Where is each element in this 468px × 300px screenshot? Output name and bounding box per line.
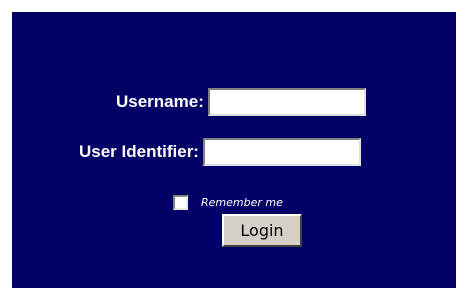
username-label: Username: bbox=[116, 92, 204, 111]
remember-me-label: Remember me bbox=[201, 195, 283, 209]
remember-me-checkbox[interactable] bbox=[173, 194, 188, 210]
user-identifier-input[interactable] bbox=[202, 138, 361, 166]
login-button[interactable]: Login bbox=[222, 214, 302, 247]
user-identifier-row: User Identifier: bbox=[79, 137, 361, 167]
remember-me-row: Remember me bbox=[173, 193, 283, 211]
username-row: Username: bbox=[116, 87, 366, 117]
user-identifier-label: User Identifier: bbox=[79, 142, 199, 161]
username-input[interactable] bbox=[207, 88, 366, 116]
